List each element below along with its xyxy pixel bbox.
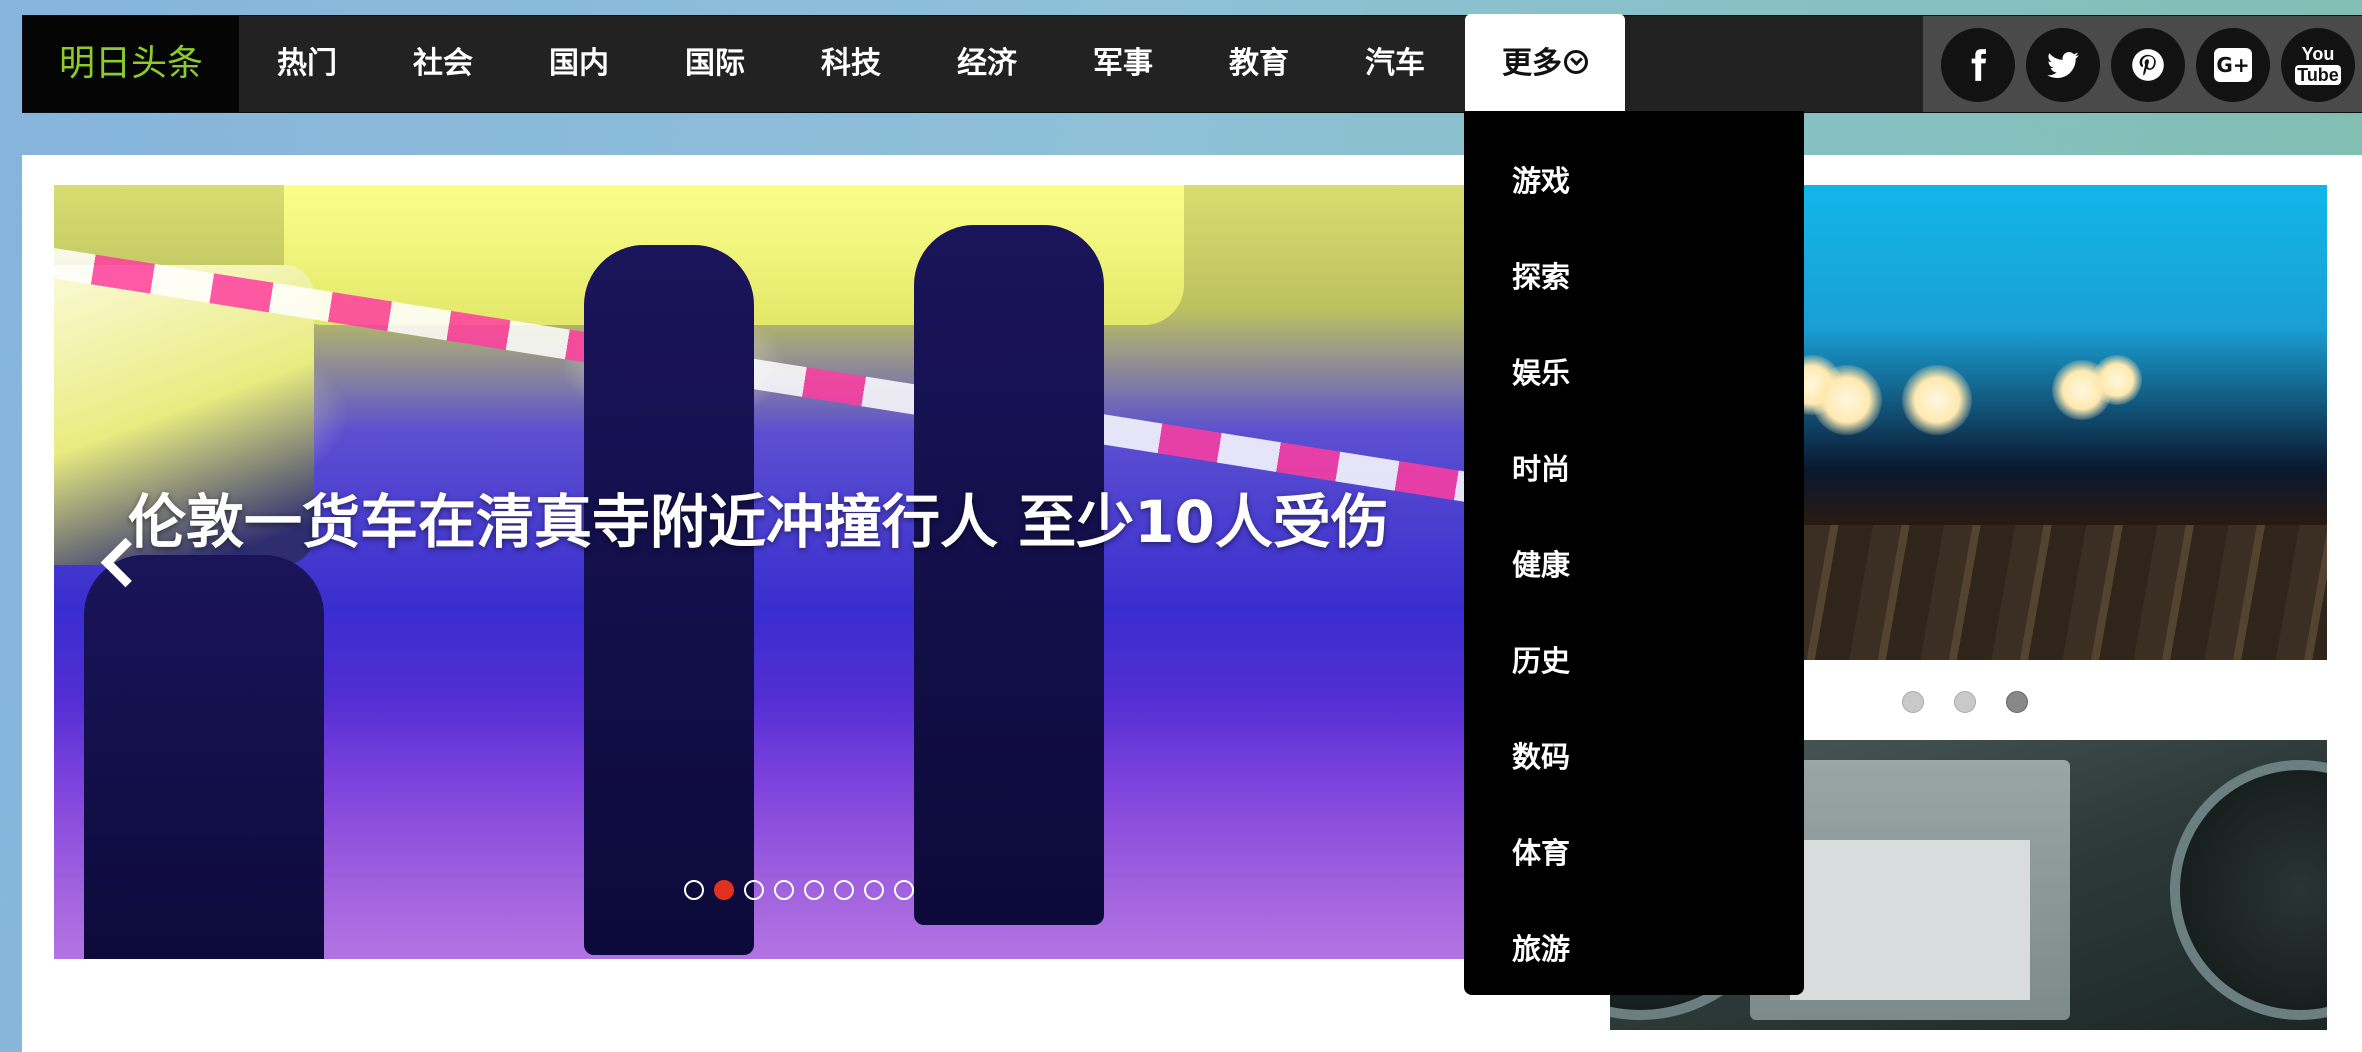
youtube-icon[interactable]: You Tube [2281, 28, 2355, 102]
carousel-dot[interactable] [774, 880, 794, 900]
side-carousel-indicators [1902, 691, 2028, 713]
mixer-faceplate [1790, 840, 2030, 1000]
top-navbar: 明日头条 热门 社会 国内 国际 科技 经济 军事 教育 汽车 更多 G+ Yo… [22, 14, 2362, 113]
turntable-right [2170, 760, 2327, 1020]
carousel-image-officer [584, 245, 754, 955]
nav-item-economy[interactable]: 经济 [919, 16, 1055, 112]
carousel-image-officer [914, 225, 1104, 925]
carousel-prev-arrow-icon[interactable] [94, 525, 144, 605]
google-plus-label: G+ [2214, 48, 2252, 82]
bokeh-light [1902, 365, 1972, 435]
nav-more-button[interactable]: 更多 [1465, 14, 1625, 112]
carousel-dot[interactable] [684, 880, 704, 900]
dropdown-item-explore[interactable]: 探索 [1464, 229, 1804, 325]
carousel-dot[interactable] [894, 880, 914, 900]
main-content: 伦敦一货车在清真寺附近冲撞行人 至少10人受伤 [22, 155, 2362, 1052]
bokeh-light [1812, 365, 1882, 435]
brand-logo[interactable]: 明日头条 [23, 16, 239, 112]
wooden-planks [1802, 525, 2327, 660]
nav-item-international[interactable]: 国际 [647, 16, 783, 112]
chevron-down-icon [1564, 49, 1588, 74]
side-carousel-dot[interactable] [1902, 691, 1924, 713]
nav-item-military[interactable]: 军事 [1055, 16, 1191, 112]
dropdown-item-fashion[interactable]: 时尚 [1464, 421, 1804, 517]
side-carousel-image[interactable] [1802, 185, 2327, 660]
dropdown-item-sports[interactable]: 体育 [1464, 805, 1804, 901]
nav-item-domestic[interactable]: 国内 [511, 16, 647, 112]
carousel-dot[interactable] [834, 880, 854, 900]
facebook-icon[interactable] [1941, 28, 2015, 102]
nav-item-hot[interactable]: 热门 [239, 16, 375, 112]
dropdown-item-travel[interactable]: 旅游 [1464, 901, 1804, 997]
social-links: G+ You Tube [1923, 16, 2362, 112]
carousel-indicators [684, 880, 914, 900]
nav-item-auto[interactable]: 汽车 [1327, 16, 1463, 112]
youtube-label-bottom: Tube [2295, 65, 2341, 85]
twitter-icon[interactable] [2026, 28, 2100, 102]
nav-item-education[interactable]: 教育 [1191, 16, 1327, 112]
side-carousel-dot-active[interactable] [2006, 691, 2028, 713]
bokeh-light [2092, 355, 2142, 405]
dropdown-item-digital[interactable]: 数码 [1464, 709, 1804, 805]
side-carousel-dot[interactable] [1954, 691, 1976, 713]
carousel-dot[interactable] [804, 880, 824, 900]
main-carousel[interactable]: 伦敦一货车在清真寺附近冲撞行人 至少10人受伤 [54, 185, 1484, 959]
more-dropdown-menu: 游戏 探索 娱乐 时尚 健康 历史 数码 体育 旅游 [1464, 111, 1804, 995]
nav-item-tech[interactable]: 科技 [783, 16, 919, 112]
pinterest-icon[interactable] [2111, 28, 2185, 102]
carousel-dot[interactable] [744, 880, 764, 900]
carousel-dot[interactable] [864, 880, 884, 900]
dropdown-item-entertainment[interactable]: 娱乐 [1464, 325, 1804, 421]
carousel-dot-active[interactable] [714, 880, 734, 900]
dropdown-item-health[interactable]: 健康 [1464, 517, 1804, 613]
dropdown-item-games[interactable]: 游戏 [1464, 133, 1804, 229]
carousel-image-officer [84, 555, 324, 959]
carousel-caption[interactable]: 伦敦一货车在清真寺附近冲撞行人 至少10人受伤 [128, 475, 1389, 559]
google-plus-icon[interactable]: G+ [2196, 28, 2270, 102]
dropdown-item-history[interactable]: 历史 [1464, 613, 1804, 709]
nav-item-society[interactable]: 社会 [375, 16, 511, 112]
youtube-label-top: You [2301, 44, 2335, 64]
nav-more-label: 更多 [1502, 46, 1562, 81]
